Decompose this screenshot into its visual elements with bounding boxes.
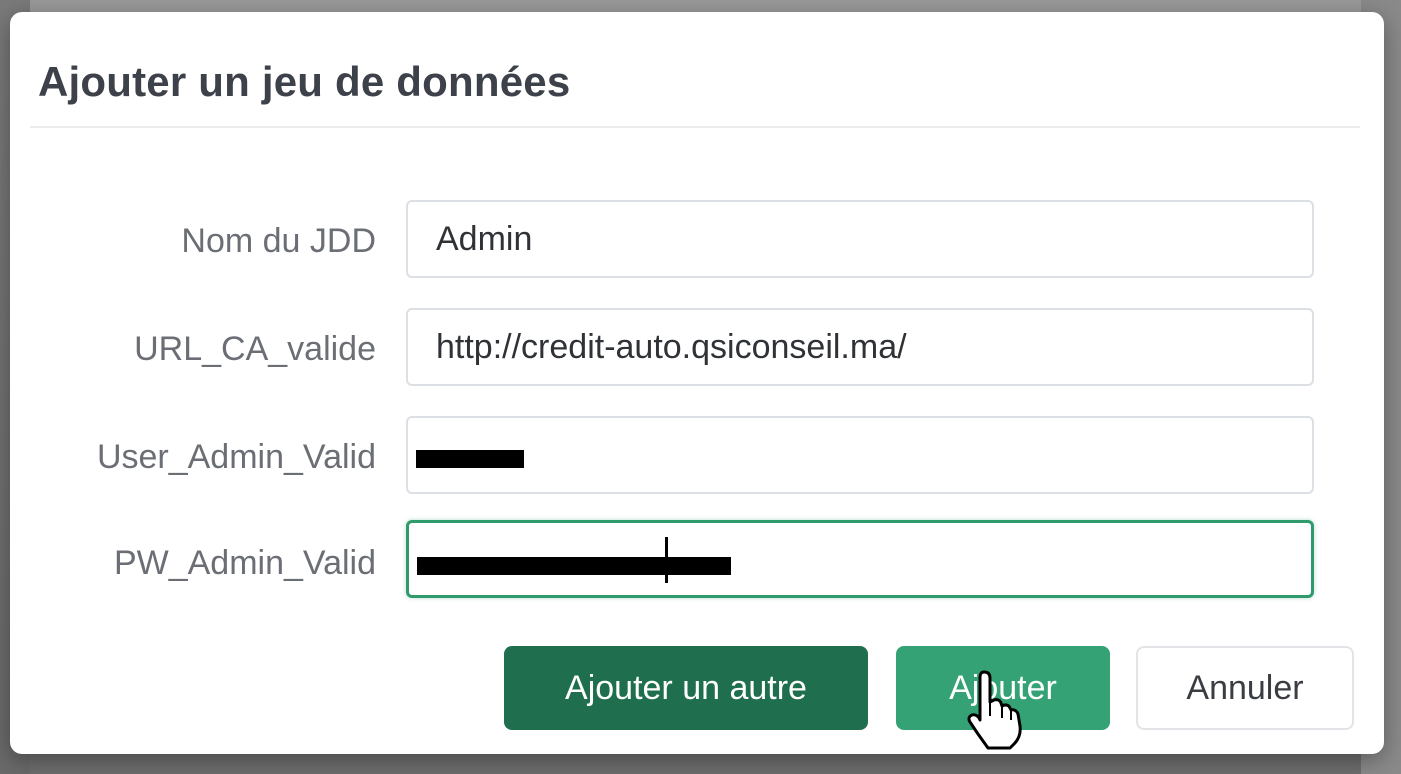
user-admin-valid-field[interactable] xyxy=(406,416,1314,494)
nom-jdd-input[interactable] xyxy=(436,202,1276,276)
cancel-button[interactable]: Annuler xyxy=(1136,646,1354,730)
redaction-bar xyxy=(416,450,524,468)
url-ca-valide-input[interactable] xyxy=(436,310,1276,384)
label-pw-admin-valid: PW_Admin_Valid xyxy=(113,544,376,582)
add-dataset-dialog: Ajouter un jeu de données Nom du JDD URL… xyxy=(10,12,1384,754)
pw-admin-valid-field[interactable] xyxy=(406,520,1314,598)
hand-pointer-icon xyxy=(967,670,1022,750)
label-url-ca-valide: URL_CA_valide xyxy=(134,330,376,368)
text-caret xyxy=(665,537,668,583)
title-divider xyxy=(30,126,1360,128)
label-nom-jdd: Nom du JDD xyxy=(181,222,376,260)
redaction-bar xyxy=(417,557,731,575)
user-admin-valid-input[interactable] xyxy=(436,418,1276,492)
dialog-title: Ajouter un jeu de données xyxy=(38,58,571,105)
label-user-admin-valid: User_Admin_Valid xyxy=(96,438,376,476)
nom-jdd-field[interactable] xyxy=(406,200,1314,278)
url-ca-valide-field[interactable] xyxy=(406,308,1314,386)
add-another-button[interactable]: Ajouter un autre xyxy=(504,646,868,730)
